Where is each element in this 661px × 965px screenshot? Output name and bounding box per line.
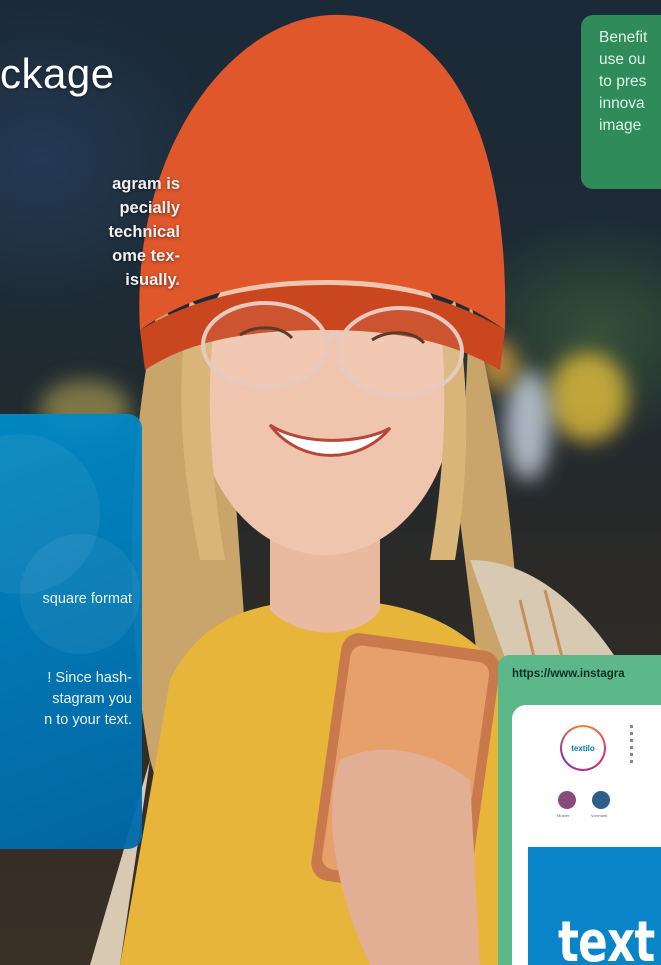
intro-line: technical — [108, 223, 180, 241]
story-highlight — [592, 791, 610, 809]
instagram-profile-screenshot: textilo Muster Vorrmant text — [512, 705, 661, 965]
highlight-label: Vorrmant — [591, 813, 608, 818]
intro-line: isually. — [125, 271, 180, 289]
benefit-card-green: Benefit use ou to pres innova image — [581, 15, 661, 189]
benefit-text: Benefit use ou to pres innova image — [599, 29, 648, 134]
intro-paragraph: agram is pecially technical ome tex- isu… — [0, 172, 180, 292]
highlight-label: Muster — [557, 813, 570, 818]
page-title: ckage — [0, 50, 115, 97]
profile-stats — [630, 725, 636, 767]
story-highlight — [558, 791, 576, 809]
profile-avatar: textilo — [560, 725, 606, 771]
instagram-link[interactable]: https://www.instagra — [512, 668, 625, 680]
instagram-preview-panel: https://www.instagra textilo Muster Vorr… — [498, 655, 661, 965]
intro-line: agram is — [112, 175, 180, 193]
intro-line: ome tex- — [112, 247, 180, 265]
card-text-hashtags: ! Since hash- stagram you n to your text… — [44, 670, 132, 728]
intro-line: pecially — [119, 199, 180, 217]
card-text-format: square format — [42, 591, 132, 607]
instagram-post: text — [528, 847, 661, 965]
avatar-logo: textilo — [562, 727, 604, 769]
post-logo-text: text — [558, 910, 655, 965]
info-card-blue: square format ! Since hash- stagram you … — [0, 414, 142, 849]
